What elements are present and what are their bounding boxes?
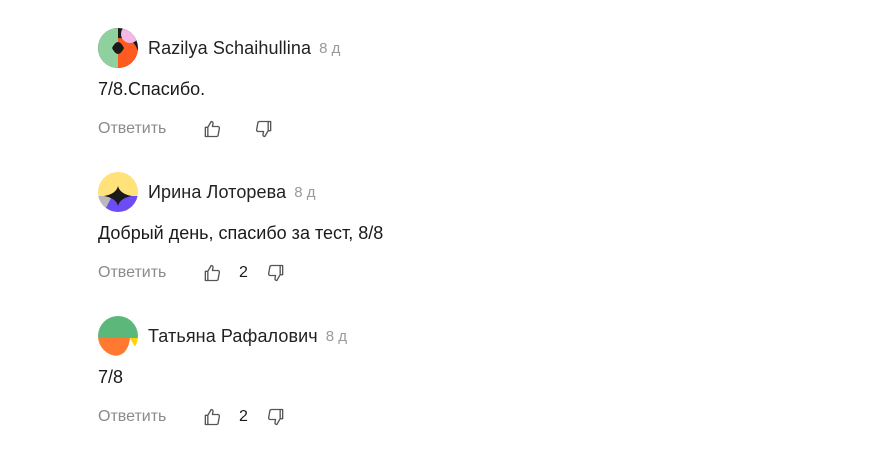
thumbs-down-icon[interactable] [264,261,288,285]
comment-actions: Ответить 2 [98,260,798,286]
comments-list: Razilya Schaihullina 8 д 7/8.Спасибо. От… [98,28,798,460]
comment: Razilya Schaihullina 8 д 7/8.Спасибо. От… [98,28,798,172]
avatar[interactable] [98,172,138,212]
like-count: 2 [239,408,248,425]
avatar[interactable] [98,28,138,68]
reply-button[interactable]: Ответить [98,120,200,138]
reply-button[interactable]: Ответить [98,264,200,282]
author-name[interactable]: Ирина Лоторева [148,182,286,203]
comment-time: 8 д [319,39,341,57]
author-name[interactable]: Татьяна Рафалович [148,326,318,347]
comment: Ирина Лоторева 8 д Добрый день, спасибо … [98,172,798,316]
avatar[interactable] [98,316,138,356]
thumbs-up-icon[interactable] [200,405,224,429]
comment-text: 7/8 [98,367,124,387]
comment: Татьяна Рафалович 8 д 7/8 Ответить 2 [98,316,798,460]
comment-text: Добрый день, спасибо за тест, 8/8 [98,223,384,243]
comment-header: Ирина Лоторева 8 д [98,172,798,212]
comment-actions: Ответить [98,116,798,142]
comment-header: Razilya Schaihullina 8 д [98,28,798,68]
comment-text: 7/8.Спасибо. [98,79,206,99]
comment-header: Татьяна Рафалович 8 д [98,316,798,356]
comment-time: 8 д [325,327,348,345]
like-count: 2 [239,264,248,281]
comment-actions: Ответить 2 [98,404,798,430]
thumbs-up-icon[interactable] [200,261,224,285]
comment-time: 8 д [294,183,316,201]
thumbs-up-icon[interactable] [200,117,224,141]
thumbs-down-icon[interactable] [264,405,288,429]
thumbs-down-icon[interactable] [252,117,276,141]
reply-button[interactable]: Ответить [98,408,200,426]
author-name[interactable]: Razilya Schaihullina [148,38,311,59]
